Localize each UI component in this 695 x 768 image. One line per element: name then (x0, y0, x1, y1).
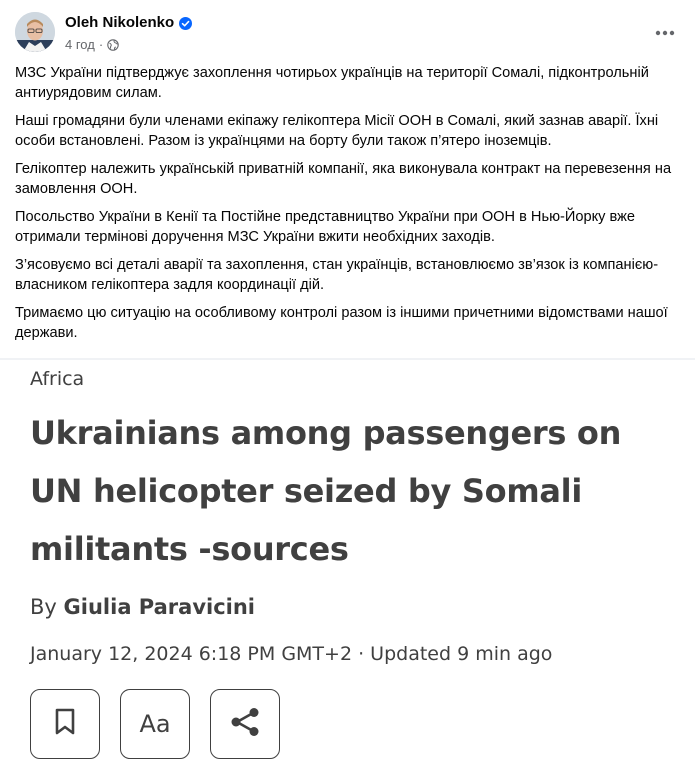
globe-icon[interactable] (107, 39, 119, 51)
text-size-button[interactable]: Aa (120, 689, 190, 759)
share-icon (228, 705, 262, 744)
shared-article[interactable]: Africa Ukrainians among passengers on UN… (30, 364, 670, 669)
bookmark-button[interactable] (30, 689, 100, 759)
more-horizontal-icon (655, 23, 675, 41)
share-button[interactable] (210, 689, 280, 759)
post-paragraph: Наші громадяни були членами екіпажу гелі… (15, 113, 659, 149)
bookmark-icon (54, 708, 76, 741)
post-paragraph: МЗС України підтверджує захоплення чотир… (15, 65, 649, 101)
headline-line: militants -sources (30, 530, 349, 568)
article-dateline: January 12, 2024 6:18 PM GMT+2 · Updated… (30, 643, 553, 665)
article-byline: By Giulia Paravicini (30, 592, 670, 622)
avatar[interactable] (15, 12, 55, 52)
article-actions: Aa (30, 689, 280, 759)
post-paragraph: Посольство України в Кенії та Постійне п… (15, 209, 635, 245)
post-paragraph: З’ясовуємо всі деталі аварії та захоплен… (15, 257, 659, 293)
meta-separator: · (98, 37, 104, 52)
byline-prefix: By (30, 595, 57, 619)
more-options-button[interactable] (653, 20, 677, 44)
author-block: Oleh Nikolenko 4 год · (65, 12, 193, 53)
text-size-label: Aa (139, 710, 171, 738)
post-paragraph: Тримаємо цю ситуацію на особливому контр… (15, 305, 668, 341)
post-time[interactable]: 4 год (65, 37, 95, 53)
post-header: Oleh Nikolenko 4 год · (15, 12, 193, 54)
headline-line: Ukrainians among passengers on (30, 414, 622, 452)
byline-author[interactable]: Giulia Paravicini (64, 595, 255, 619)
post-text: МЗС України підтверджує захоплення чотир… (15, 64, 683, 352)
article-headline: Ukrainians among passengers on UN helico… (30, 404, 670, 578)
post-paragraph: Гелікоптер належить українській приватні… (15, 161, 672, 197)
article-section[interactable]: Africa (30, 364, 670, 394)
headline-line: UN helicopter seized by Somali (30, 472, 583, 510)
verified-badge-icon (179, 16, 193, 30)
author-name[interactable]: Oleh Nikolenko (65, 14, 174, 32)
facebook-post: Oleh Nikolenko 4 год · МЗС України підтв… (0, 0, 695, 358)
post-divider (0, 358, 695, 360)
